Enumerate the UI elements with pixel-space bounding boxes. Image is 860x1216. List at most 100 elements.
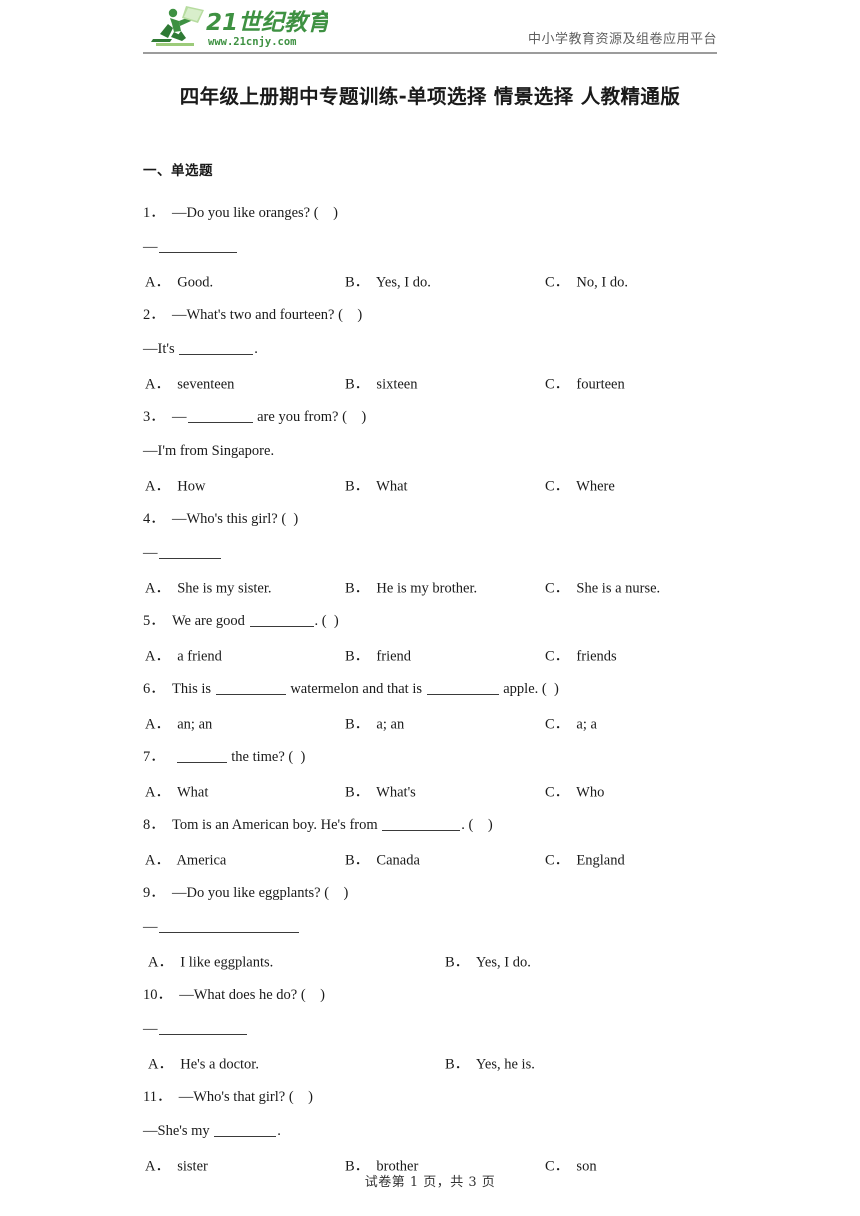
- option-text: What: [376, 478, 408, 495]
- answer-blank: [176, 751, 227, 763]
- option-text: Good.: [177, 274, 214, 291]
- question-text: —Do you like eggplants? ( ): [172, 884, 349, 901]
- option-text: Yes, I do.: [475, 954, 531, 971]
- option-b[interactable]: B． Canada: [345, 849, 420, 870]
- option-b[interactable]: B． Yes, I do.: [445, 951, 531, 972]
- option-c[interactable]: C． fourteen: [545, 373, 625, 394]
- option-text: a; a: [576, 716, 597, 733]
- option-text: Where: [576, 478, 615, 495]
- option-label: B．: [345, 478, 370, 495]
- question-text: —What's two and fourteen? ( ): [172, 306, 363, 323]
- answer-blank: [426, 683, 499, 695]
- question-text: Tom is an American boy. He's from: [172, 816, 382, 833]
- option-b[interactable]: B． sixteen: [345, 373, 418, 394]
- option-text: America: [176, 852, 227, 869]
- option-label: A．: [145, 716, 170, 733]
- header-divider: [143, 52, 717, 54]
- option-b[interactable]: B． Yes, I do.: [345, 271, 431, 292]
- option-a[interactable]: A． seventeen: [145, 373, 234, 394]
- option-c[interactable]: C． Who: [545, 781, 604, 802]
- option-label: C．: [545, 274, 570, 291]
- option-a[interactable]: A． an; an: [145, 713, 212, 734]
- question-text: —: [172, 408, 187, 425]
- option-b[interactable]: B． What's: [345, 781, 416, 802]
- question-block: 8． Tom is an American boy. He's from . (…: [143, 808, 717, 876]
- option-text: I like eggplants.: [180, 954, 274, 971]
- document-page: 21世纪教育 www.21cnjy.com 中小学教育资源及组卷应用平台 四年级…: [0, 0, 860, 1216]
- option-row: A． I like eggplants. B． Yes, I do.: [143, 944, 717, 978]
- question-text: . ( ): [461, 816, 493, 833]
- question-number: 6．: [143, 680, 165, 697]
- option-c[interactable]: C． She is a nurse.: [545, 577, 660, 598]
- option-b[interactable]: B． friend: [345, 645, 411, 666]
- option-a[interactable]: A． America: [145, 849, 226, 870]
- option-b[interactable]: B． Yes, he is.: [445, 1053, 535, 1074]
- option-label: C．: [545, 648, 570, 665]
- answer-blank: [214, 1125, 277, 1137]
- option-label: B．: [345, 852, 370, 869]
- option-label: A．: [145, 580, 170, 597]
- question-block: 10． —What does he do? ( ) — A． He's a doct…: [143, 978, 717, 1080]
- question-number: 5．: [143, 612, 165, 629]
- option-a[interactable]: A． a friend: [145, 645, 222, 666]
- answer-line: —: [143, 910, 717, 944]
- option-c[interactable]: C． No, I do.: [545, 271, 628, 292]
- question-text: [172, 750, 176, 765]
- option-a[interactable]: A． I like eggplants.: [148, 951, 273, 972]
- answer-blank: [215, 683, 286, 695]
- option-label: B．: [345, 784, 370, 801]
- question-block: 4． —Who's this girl? ( ) — A． She is my si…: [143, 502, 717, 604]
- option-b[interactable]: B． a; an: [345, 713, 404, 734]
- question-stem: 7． the time? ( ): [143, 740, 717, 774]
- question-number: 10．: [143, 986, 172, 1003]
- option-text: fourteen: [576, 376, 625, 393]
- option-label: A．: [145, 478, 170, 495]
- option-a[interactable]: A． How: [145, 475, 205, 496]
- answer-line: —It's .: [143, 332, 717, 366]
- question-number: 7．: [143, 748, 165, 765]
- answer-text: .: [277, 1122, 281, 1139]
- option-c[interactable]: C． Where: [545, 475, 615, 496]
- question-text: are you from? ( ): [253, 408, 367, 425]
- answer-blank: [187, 411, 253, 423]
- option-label: C．: [545, 716, 570, 733]
- question-block: 2． —What's two and fourteen? ( ) —It's . A…: [143, 298, 717, 400]
- question-text: watermelon and that is: [286, 680, 426, 697]
- question-stem: 2． —What's two and fourteen? ( ): [143, 298, 717, 332]
- question-stem: 5． We are good . ( ): [143, 604, 717, 638]
- option-a[interactable]: A． Good.: [145, 271, 213, 292]
- option-text: No, I do.: [576, 274, 628, 291]
- question-number: 8．: [143, 816, 165, 833]
- question-stem: 11． —Who's that girl? ( ): [143, 1080, 717, 1114]
- answer-blank: [158, 921, 299, 933]
- question-text: We are good: [172, 612, 249, 629]
- option-a[interactable]: A． She is my sister.: [145, 577, 272, 598]
- option-label: A．: [145, 376, 170, 393]
- option-c[interactable]: C． England: [545, 849, 625, 870]
- question-block: 9． —Do you like eggplants? ( ) — A． I like…: [143, 876, 717, 978]
- option-text: She is a nurse.: [576, 580, 661, 597]
- option-c[interactable]: C． friends: [545, 645, 617, 666]
- option-a[interactable]: A． What: [145, 781, 208, 802]
- question-block: 1． —Do you like oranges? ( ) — A． Good. B． …: [143, 196, 717, 298]
- question-stem: 3． — are you from? ( ): [143, 400, 717, 434]
- question-number: 1．: [143, 204, 165, 221]
- option-b[interactable]: B． He is my brother.: [345, 577, 477, 598]
- question-text: . ( ): [314, 612, 339, 629]
- section-heading: 一、单选题: [143, 163, 213, 179]
- svg-text:www.21cnjy.com: www.21cnjy.com: [208, 36, 297, 48]
- option-label: A．: [145, 852, 170, 869]
- option-b[interactable]: B． What: [345, 475, 408, 496]
- option-a[interactable]: A． He's a doctor.: [148, 1053, 259, 1074]
- option-label: B．: [345, 580, 370, 597]
- option-c[interactable]: C． a; a: [545, 713, 597, 734]
